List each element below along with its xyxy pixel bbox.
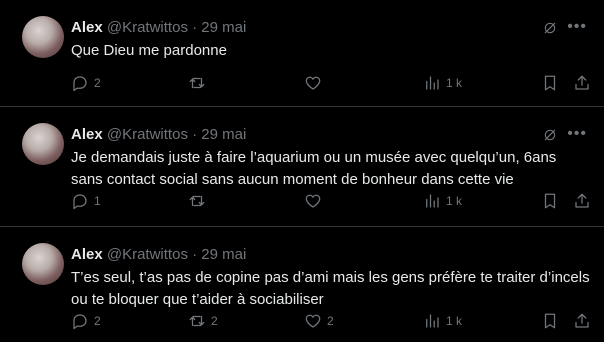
share-icon <box>575 75 589 90</box>
retweet-icon <box>189 195 205 207</box>
like-icon <box>305 314 321 328</box>
more-icon[interactable]: ••• <box>567 125 587 143</box>
tweet-text: Je demandais juste à faire l’aquarium ou… <box>71 149 557 188</box>
views-button[interactable]: 1 k <box>423 74 462 92</box>
reply-button[interactable]: 2 <box>71 74 101 92</box>
reply-count: 2 <box>94 76 101 90</box>
bookmark-button[interactable] <box>541 74 559 92</box>
bookmark-icon <box>544 193 556 209</box>
reply-count: 1 <box>94 194 101 208</box>
retweet-button[interactable] <box>188 192 211 210</box>
like-button[interactable] <box>304 192 327 210</box>
tweet-date[interactable]: · 29 mai <box>192 126 246 143</box>
more-icon[interactable]: ••• <box>567 18 587 36</box>
retweet-button[interactable] <box>188 74 211 92</box>
like-icon <box>305 76 321 90</box>
like-icon <box>305 194 321 208</box>
tweet-3[interactable]: Alex @Kratwittos · 29 mai T’es seul, t’a… <box>0 227 604 342</box>
views-icon <box>426 76 439 90</box>
author-handle[interactable]: @Kratwittos <box>107 246 188 263</box>
author-handle[interactable]: @Kratwittos <box>107 126 188 143</box>
bookmark-button[interactable] <box>541 312 559 330</box>
tweet-date[interactable]: · 29 mai <box>192 19 246 36</box>
tweet-date[interactable]: · 29 mai <box>192 246 246 263</box>
like-count: 2 <box>327 314 334 328</box>
views-count: 1 k <box>446 76 463 90</box>
reply-count: 2 <box>94 314 101 328</box>
author-name[interactable]: Alex <box>71 246 103 263</box>
views-button[interactable]: 1 k <box>423 312 462 330</box>
avatar[interactable] <box>22 16 64 58</box>
like-button[interactable] <box>304 74 327 92</box>
reply-icon <box>73 194 87 210</box>
retweet-icon <box>189 77 205 89</box>
retweet-count: 2 <box>211 314 218 328</box>
reply-icon <box>73 314 87 330</box>
views-icon <box>426 314 439 328</box>
author-name[interactable]: Alex <box>71 19 103 36</box>
share-button[interactable] <box>573 192 591 210</box>
share-icon <box>575 313 589 328</box>
share-button[interactable] <box>573 312 591 330</box>
like-button[interactable]: 2 <box>304 312 334 330</box>
reply-button[interactable]: 1 <box>71 192 101 210</box>
tweet-text: T’es seul, t’as pas de copine pas d’ami … <box>71 269 590 308</box>
tweet-text: Que Dieu me pardonne <box>71 42 227 59</box>
tweet-header: Alex @Kratwittos · 29 mai <box>71 125 246 145</box>
tweet-actions: 2 2 2 1 k <box>71 312 589 332</box>
bookmark-button[interactable] <box>541 192 559 210</box>
retweet-icon <box>189 315 205 327</box>
author-handle[interactable]: @Kratwittos <box>107 19 188 36</box>
reply-icon <box>73 76 87 92</box>
author-name[interactable]: Alex <box>71 126 103 143</box>
tweet-1[interactable]: Alex @Kratwittos · 29 mai ••• Que Dieu m… <box>0 0 604 107</box>
reply-button[interactable]: 2 <box>71 312 101 330</box>
tweet-header: Alex @Kratwittos · 29 mai <box>71 18 246 38</box>
avatar[interactable] <box>22 123 64 165</box>
bookmark-icon <box>544 313 556 329</box>
tweet-2[interactable]: Alex @Kratwittos · 29 mai ••• Je demanda… <box>0 107 604 227</box>
grok-icon[interactable] <box>542 20 558 36</box>
views-icon <box>426 194 439 208</box>
tweet-actions: 2 1 k <box>71 74 589 94</box>
views-count: 1 k <box>446 314 463 328</box>
share-button[interactable] <box>573 74 591 92</box>
views-count: 1 k <box>446 194 463 208</box>
grok-icon[interactable] <box>542 127 558 143</box>
share-icon <box>575 193 589 208</box>
avatar[interactable] <box>22 243 64 285</box>
tweet-actions: 1 1 k <box>71 192 589 212</box>
bookmark-icon <box>544 75 556 91</box>
retweet-button[interactable]: 2 <box>188 312 218 330</box>
views-button[interactable]: 1 k <box>423 192 462 210</box>
tweet-header: Alex @Kratwittos · 29 mai <box>71 245 246 265</box>
